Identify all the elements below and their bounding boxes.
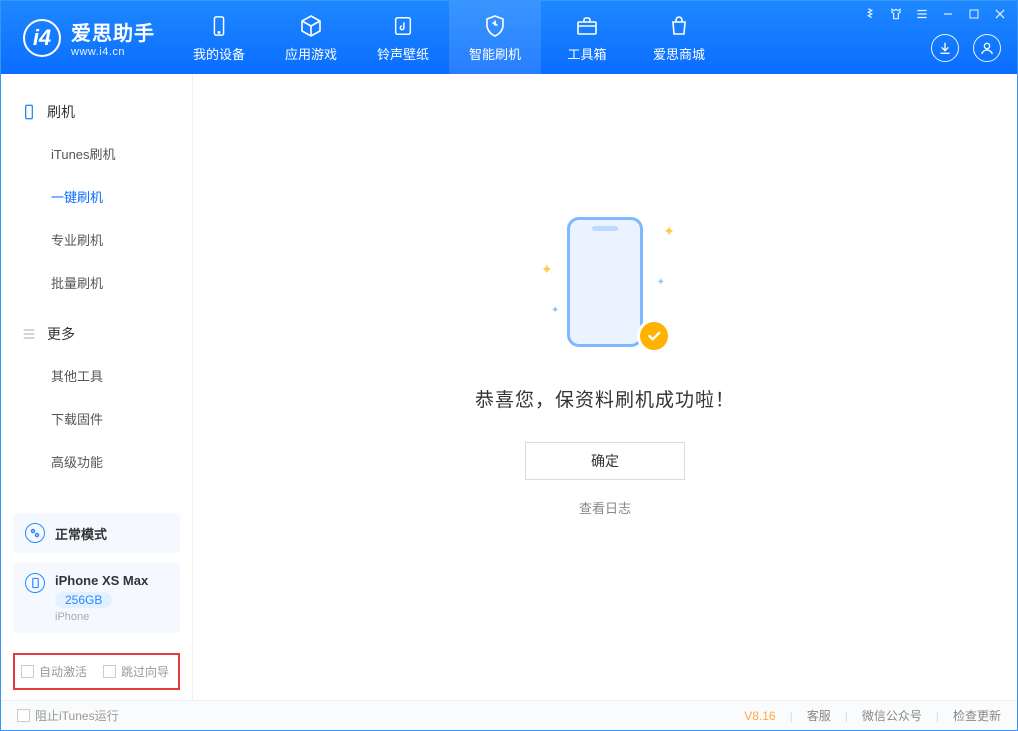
- auto-activate-checkbox[interactable]: 自动激活: [21, 663, 87, 680]
- nav-my-device[interactable]: 我的设备: [173, 1, 265, 74]
- nav-ringtones-wallpapers[interactable]: 铃声壁纸: [357, 1, 449, 74]
- ok-button[interactable]: 确定: [525, 442, 685, 480]
- sidebar-item-oneclick-flash[interactable]: 一键刷机: [1, 175, 192, 218]
- more-icon: [21, 326, 37, 342]
- check-update-link[interactable]: 检查更新: [953, 707, 1001, 724]
- mode-card[interactable]: 正常模式: [13, 513, 180, 553]
- sidebar-item-other-tools[interactable]: 其他工具: [1, 354, 192, 397]
- device-icon: [206, 13, 232, 39]
- device-card[interactable]: iPhone XS Max 256GB iPhone: [13, 563, 180, 633]
- check-icon: [637, 319, 671, 353]
- title-bar: i4 爱思助手 www.i4.cn 我的设备 应用游戏 铃声壁纸 智能刷机 工具…: [1, 1, 1017, 74]
- device-icon: [25, 573, 45, 593]
- flash-options-highlight: 自动激活 跳过向导: [13, 653, 180, 690]
- phone-icon: [21, 104, 37, 120]
- status-bar: 阻止iTunes运行 V8.16 | 客服 | 微信公众号 | 检查更新: [1, 700, 1017, 730]
- device-name: iPhone XS Max: [55, 573, 148, 588]
- header-actions: [931, 34, 1001, 62]
- device-storage: 256GB: [55, 592, 112, 608]
- close-icon[interactable]: [993, 7, 1007, 21]
- mode-icon: [25, 523, 45, 543]
- version-label: V8.16: [744, 709, 775, 723]
- mode-label: 正常模式: [55, 524, 107, 543]
- toolbox-icon: [574, 13, 600, 39]
- nav-label: 智能刷机: [469, 44, 521, 63]
- view-log-link[interactable]: 查看日志: [579, 498, 631, 517]
- logo-icon: i4: [23, 19, 61, 57]
- nav-label: 爱思商城: [653, 44, 705, 63]
- nav-smart-flash[interactable]: 智能刷机: [449, 1, 541, 74]
- block-itunes-checkbox[interactable]: 阻止iTunes运行: [17, 707, 119, 724]
- sidebar-section-more: 更多: [1, 314, 192, 354]
- window-controls-small: [863, 7, 1007, 21]
- maximize-icon[interactable]: [967, 7, 981, 21]
- main-content: ✦ ✦ ✦ ✦ 恭喜您，保资料刷机成功啦！ 确定 查看日志: [193, 74, 1017, 700]
- cube-icon: [298, 13, 324, 39]
- nav-store[interactable]: 爱思商城: [633, 1, 725, 74]
- app-logo: i4 爱思助手 www.i4.cn: [1, 1, 173, 74]
- skin-icon[interactable]: [889, 7, 903, 21]
- skip-guide-checkbox[interactable]: 跳过向导: [103, 663, 169, 680]
- customer-service-link[interactable]: 客服: [807, 707, 831, 724]
- menu-icon[interactable]: [915, 7, 929, 21]
- music-icon: [390, 13, 416, 39]
- nav-label: 我的设备: [193, 44, 245, 63]
- sidebar-section-flash: 刷机: [1, 92, 192, 132]
- sidebar-item-batch-flash[interactable]: 批量刷机: [1, 261, 192, 304]
- success-illustration: ✦ ✦ ✦ ✦: [545, 217, 665, 357]
- nav-toolbox[interactable]: 工具箱: [541, 1, 633, 74]
- sidebar: 刷机 iTunes刷机 一键刷机 专业刷机 批量刷机 更多 其他工具 下载固件 …: [1, 74, 193, 700]
- nav-apps-games[interactable]: 应用游戏: [265, 1, 357, 74]
- nav-label: 铃声壁纸: [377, 44, 429, 63]
- sidebar-item-download-firmware[interactable]: 下载固件: [1, 397, 192, 440]
- top-nav: 我的设备 应用游戏 铃声壁纸 智能刷机 工具箱 爱思商城: [173, 1, 725, 74]
- sidebar-item-itunes-flash[interactable]: iTunes刷机: [1, 132, 192, 175]
- nav-label: 工具箱: [567, 44, 606, 63]
- app-url: www.i4.cn: [71, 46, 155, 58]
- sidebar-item-advanced[interactable]: 高级功能: [1, 440, 192, 483]
- device-type: iPhone: [55, 611, 148, 623]
- account-button[interactable]: [973, 34, 1001, 62]
- section-title: 刷机: [47, 102, 75, 122]
- shield-icon: [482, 13, 508, 39]
- app-name: 爱思助手: [71, 17, 155, 46]
- nav-label: 应用游戏: [285, 44, 337, 63]
- wechat-link[interactable]: 微信公众号: [862, 707, 922, 724]
- success-message: 恭喜您，保资料刷机成功啦！: [475, 385, 735, 412]
- section-title: 更多: [47, 324, 75, 344]
- sidebar-item-pro-flash[interactable]: 专业刷机: [1, 218, 192, 261]
- download-button[interactable]: [931, 34, 959, 62]
- store-icon: [666, 13, 692, 39]
- feedback-icon[interactable]: [863, 7, 877, 21]
- minimize-icon[interactable]: [941, 7, 955, 21]
